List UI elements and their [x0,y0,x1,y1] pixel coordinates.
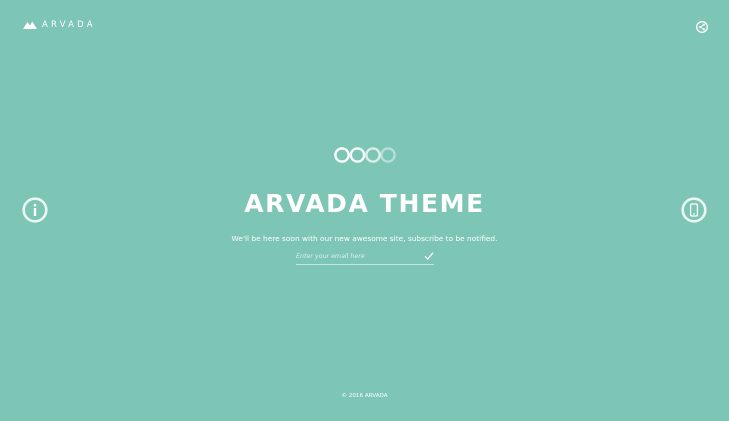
page-subtitle: We'll be here soon with our new awesome … [231,234,498,243]
brand-logo[interactable]: ARVADA [23,19,96,31]
info-button[interactable] [22,197,48,223]
brand-name: ARVADA [42,20,96,30]
loading-circles-icon [334,147,396,163]
share-icon [696,21,708,33]
copyright-text: © 2016 ARVADA [341,393,388,399]
email-input[interactable] [296,249,420,263]
subscribe-submit-button[interactable] [424,251,434,261]
mobile-phone-icon [681,197,707,223]
checkmark-icon [424,252,434,260]
input-underline [296,264,434,265]
share-button[interactable] [696,21,708,33]
page-title: ARVADA THEME [244,189,485,218]
mobile-button[interactable] [681,197,707,223]
subscribe-form [296,249,434,265]
mountain-icon [23,21,37,29]
info-icon [22,197,48,223]
page-background: ARVADA ARVADA THEME We'll be here soon w… [0,0,729,421]
